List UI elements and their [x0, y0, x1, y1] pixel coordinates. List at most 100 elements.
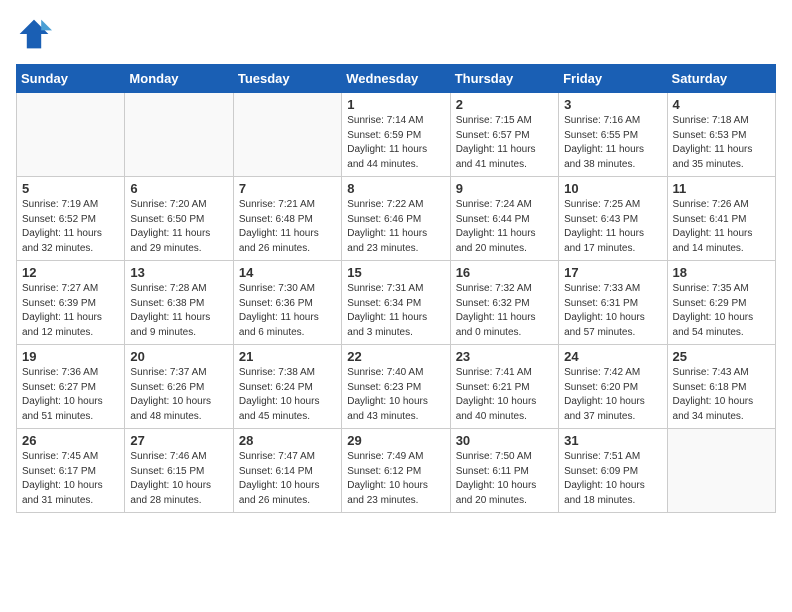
day-info: Sunrise: 7:31 AM Sunset: 6:34 PM Dayligh… [347, 282, 444, 340]
day-number: 12 [22, 265, 119, 280]
day-info: Sunrise: 7:49 AM Sunset: 6:12 PM Dayligh… [347, 450, 444, 508]
day-info: Sunrise: 7:41 AM Sunset: 6:21 PM Dayligh… [456, 366, 553, 424]
day-info: Sunrise: 7:43 AM Sunset: 6:18 PM Dayligh… [673, 366, 770, 424]
day-number: 27 [130, 433, 227, 448]
weekday-header-monday: Monday [125, 65, 233, 93]
day-number: 7 [239, 181, 336, 196]
calendar-cell [125, 93, 233, 177]
week-row-1: 1 Sunrise: 7:14 AM Sunset: 6:59 PM Daylig… [17, 93, 776, 177]
calendar-cell: 14Sunrise: 7:30 AM Sunset: 6:36 PM Dayli… [233, 261, 341, 345]
calendar-cell: 3 Sunrise: 7:16 AM Sunset: 6:55 PM Daylig… [559, 93, 667, 177]
day-info: Sunrise: 7:16 AM Sunset: 6:55 PM Dayligh… [564, 114, 661, 172]
day-number: 8 [347, 181, 444, 196]
weekday-header-friday: Friday [559, 65, 667, 93]
week-row-2: 5 Sunrise: 7:19 AM Sunset: 6:52 PM Daylig… [17, 177, 776, 261]
day-number: 2 [456, 97, 553, 112]
day-info: Sunrise: 7:50 AM Sunset: 6:11 PM Dayligh… [456, 450, 553, 508]
calendar-cell [17, 93, 125, 177]
calendar-cell: 25 Sunrise: 7:43 AM Sunset: 6:18 PM Dayli… [667, 345, 775, 429]
calendar-cell: 16 Sunrise: 7:32 AM Sunset: 6:32 PM Dayli… [450, 261, 558, 345]
calendar-cell: 29 Sunrise: 7:49 AM Sunset: 6:12 PM Dayli… [342, 429, 450, 513]
day-info: Sunrise: 7:38 AM Sunset: 6:24 PM Dayligh… [239, 366, 336, 424]
day-number: 22 [347, 349, 444, 364]
day-number: 9 [456, 181, 553, 196]
day-info: Sunrise: 7:42 AM Sunset: 6:20 PM Dayligh… [564, 366, 661, 424]
day-number: 25 [673, 349, 770, 364]
calendar-cell: 12 Sunrise: 7:27 AM Sunset: 6:39 PM Dayli… [17, 261, 125, 345]
day-number: 29 [347, 433, 444, 448]
day-info: Sunrise: 7:27 AM Sunset: 6:39 PM Dayligh… [22, 282, 119, 340]
day-info: Sunrise: 7:28 AM Sunset: 6:38 PM Dayligh… [130, 282, 227, 340]
day-number: 23 [456, 349, 553, 364]
calendar-cell [233, 93, 341, 177]
day-info: Sunrise: 7:24 AM Sunset: 6:44 PM Dayligh… [456, 198, 553, 256]
logo-icon [16, 16, 52, 52]
day-info: Sunrise: 7:15 AM Sunset: 6:57 PM Dayligh… [456, 114, 553, 172]
day-number: 3 [564, 97, 661, 112]
weekday-header-row: SundayMondayTuesdayWednesdayThursdayFrid… [17, 65, 776, 93]
day-info: Sunrise: 7:30 AM Sunset: 6:36 PM Dayligh… [239, 282, 336, 340]
calendar-table: SundayMondayTuesdayWednesdayThursdayFrid… [16, 64, 776, 513]
calendar-cell: 22Sunrise: 7:40 AM Sunset: 6:23 PM Dayli… [342, 345, 450, 429]
weekday-header-sunday: Sunday [17, 65, 125, 93]
calendar-cell: 21 Sunrise: 7:38 AM Sunset: 6:24 PM Dayli… [233, 345, 341, 429]
calendar-cell: 5 Sunrise: 7:19 AM Sunset: 6:52 PM Daylig… [17, 177, 125, 261]
day-info: Sunrise: 7:19 AM Sunset: 6:52 PM Dayligh… [22, 198, 119, 256]
calendar-cell: 19Sunrise: 7:36 AM Sunset: 6:27 PM Dayli… [17, 345, 125, 429]
day-info: Sunrise: 7:25 AM Sunset: 6:43 PM Dayligh… [564, 198, 661, 256]
week-row-5: 26 Sunrise: 7:45 AM Sunset: 6:17 PM Dayli… [17, 429, 776, 513]
page-header [16, 16, 776, 52]
day-info: Sunrise: 7:22 AM Sunset: 6:46 PM Dayligh… [347, 198, 444, 256]
day-number: 10 [564, 181, 661, 196]
day-number: 28 [239, 433, 336, 448]
day-number: 21 [239, 349, 336, 364]
day-info: Sunrise: 7:32 AM Sunset: 6:32 PM Dayligh… [456, 282, 553, 340]
calendar-cell: 30Sunrise: 7:50 AM Sunset: 6:11 PM Dayli… [450, 429, 558, 513]
day-info: Sunrise: 7:21 AM Sunset: 6:48 PM Dayligh… [239, 198, 336, 256]
week-row-4: 19Sunrise: 7:36 AM Sunset: 6:27 PM Dayli… [17, 345, 776, 429]
calendar-cell: 23 Sunrise: 7:41 AM Sunset: 6:21 PM Dayli… [450, 345, 558, 429]
day-number: 26 [22, 433, 119, 448]
day-info: Sunrise: 7:46 AM Sunset: 6:15 PM Dayligh… [130, 450, 227, 508]
weekday-header-tuesday: Tuesday [233, 65, 341, 93]
day-info: Sunrise: 7:37 AM Sunset: 6:26 PM Dayligh… [130, 366, 227, 424]
calendar-cell: 28 Sunrise: 7:47 AM Sunset: 6:14 PM Dayli… [233, 429, 341, 513]
day-number: 31 [564, 433, 661, 448]
calendar-cell: 20 Sunrise: 7:37 AM Sunset: 6:26 PM Dayli… [125, 345, 233, 429]
day-number: 11 [673, 181, 770, 196]
day-number: 6 [130, 181, 227, 196]
day-number: 13 [130, 265, 227, 280]
day-number: 17 [564, 265, 661, 280]
day-info: Sunrise: 7:47 AM Sunset: 6:14 PM Dayligh… [239, 450, 336, 508]
calendar-cell: 26 Sunrise: 7:45 AM Sunset: 6:17 PM Dayli… [17, 429, 125, 513]
calendar-cell: 27 Sunrise: 7:46 AM Sunset: 6:15 PM Dayli… [125, 429, 233, 513]
day-number: 1 [347, 97, 444, 112]
logo [16, 16, 56, 52]
day-number: 19 [22, 349, 119, 364]
weekday-header-saturday: Saturday [667, 65, 775, 93]
calendar-cell: 8 Sunrise: 7:22 AM Sunset: 6:46 PM Daylig… [342, 177, 450, 261]
day-info: Sunrise: 7:35 AM Sunset: 6:29 PM Dayligh… [673, 282, 770, 340]
day-number: 20 [130, 349, 227, 364]
calendar-cell: 7 Sunrise: 7:21 AM Sunset: 6:48 PM Daylig… [233, 177, 341, 261]
day-number: 15 [347, 265, 444, 280]
calendar-cell: 9 Sunrise: 7:24 AM Sunset: 6:44 PM Daylig… [450, 177, 558, 261]
calendar-cell: 17 Sunrise: 7:33 AM Sunset: 6:31 PM Dayli… [559, 261, 667, 345]
day-number: 16 [456, 265, 553, 280]
calendar-cell: 1 Sunrise: 7:14 AM Sunset: 6:59 PM Daylig… [342, 93, 450, 177]
weekday-header-wednesday: Wednesday [342, 65, 450, 93]
day-number: 5 [22, 181, 119, 196]
day-number: 24 [564, 349, 661, 364]
weekday-header-thursday: Thursday [450, 65, 558, 93]
day-info: Sunrise: 7:18 AM Sunset: 6:53 PM Dayligh… [673, 114, 770, 172]
day-info: Sunrise: 7:51 AM Sunset: 6:09 PM Dayligh… [564, 450, 661, 508]
calendar-cell: 2 Sunrise: 7:15 AM Sunset: 6:57 PM Daylig… [450, 93, 558, 177]
day-info: Sunrise: 7:26 AM Sunset: 6:41 PM Dayligh… [673, 198, 770, 256]
calendar-cell: 11 Sunrise: 7:26 AM Sunset: 6:41 PM Dayli… [667, 177, 775, 261]
day-info: Sunrise: 7:14 AM Sunset: 6:59 PM Dayligh… [347, 114, 444, 172]
day-info: Sunrise: 7:45 AM Sunset: 6:17 PM Dayligh… [22, 450, 119, 508]
day-info: Sunrise: 7:33 AM Sunset: 6:31 PM Dayligh… [564, 282, 661, 340]
calendar-cell: 4 Sunrise: 7:18 AM Sunset: 6:53 PM Daylig… [667, 93, 775, 177]
day-info: Sunrise: 7:20 AM Sunset: 6:50 PM Dayligh… [130, 198, 227, 256]
day-number: 4 [673, 97, 770, 112]
